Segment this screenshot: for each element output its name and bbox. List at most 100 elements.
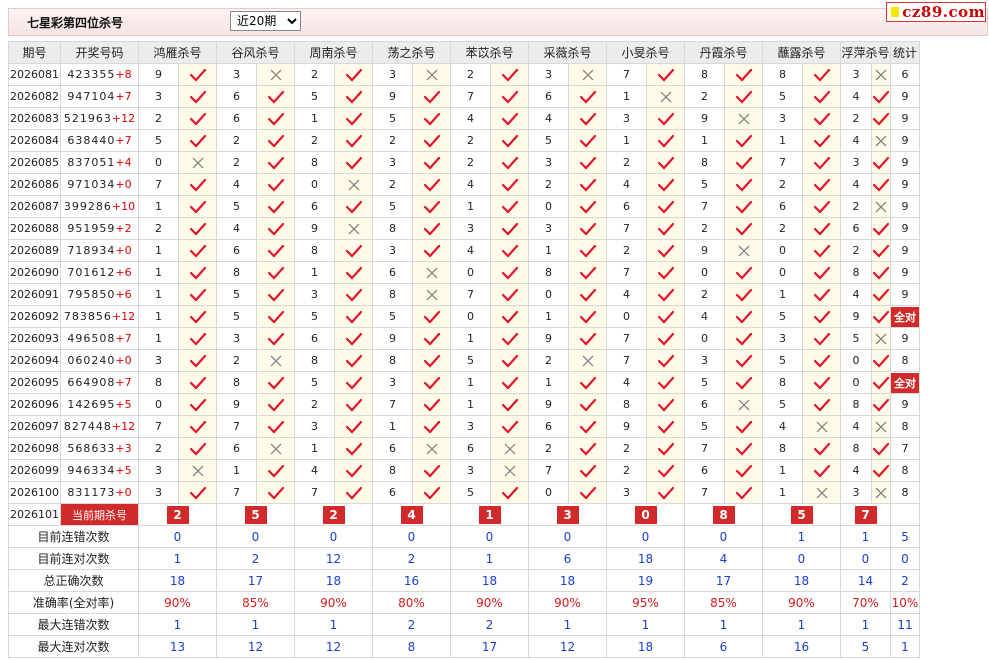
- site-logo[interactable]: cz89.com: [886, 2, 986, 22]
- kill-value: 9: [840, 305, 872, 328]
- kill-value: 5: [762, 349, 803, 372]
- kill-value: 2: [372, 129, 413, 152]
- kill-value: 3: [216, 327, 257, 350]
- kill-value: 4: [216, 173, 257, 196]
- kill-value: 8: [294, 349, 335, 372]
- kill-value: 2: [294, 63, 335, 86]
- current-stat-cell: [890, 503, 920, 526]
- period-cell: 2026095: [8, 371, 61, 394]
- check-icon: [724, 173, 763, 196]
- kill-value: 5: [450, 349, 491, 372]
- period-cell: 2026089: [8, 239, 61, 262]
- summary-value: 18: [606, 635, 685, 658]
- check-icon: [178, 195, 217, 218]
- kill-value: 9: [138, 63, 179, 86]
- kill-number-table: 期号 开奖号码 鸿雁杀号 谷风杀号 周南杀号 荡之杀号 苯苡杀号 采薇杀号 小旻杀号 丹霞杀号 蘸露…: [8, 41, 920, 658]
- summary-value: 90%: [138, 591, 217, 614]
- check-icon: [646, 283, 685, 306]
- table-row: 2026083 521963+12 2 6 1 5 4 4 3 9 3 2 9: [8, 107, 920, 130]
- check-icon: [256, 393, 295, 416]
- stat-cell: 9: [890, 261, 920, 284]
- kill-value: 6: [216, 107, 257, 130]
- kill-value: 8: [372, 217, 413, 240]
- check-icon: [334, 129, 373, 152]
- kill-value: 4: [450, 173, 491, 196]
- kill-value: 6: [294, 195, 335, 218]
- kill-value: 0: [528, 283, 569, 306]
- check-icon: [646, 437, 685, 460]
- stat-cell: 9: [890, 195, 920, 218]
- check-icon: [334, 305, 373, 328]
- check-icon: [646, 327, 685, 350]
- kill-value: 3: [840, 63, 872, 86]
- check-icon: [256, 371, 295, 394]
- kill-value: 3: [450, 217, 491, 240]
- summary-value: 1: [450, 547, 529, 570]
- check-icon: [871, 349, 891, 372]
- current-kill-number: 3: [528, 503, 607, 526]
- kill-value: 6: [606, 195, 647, 218]
- check-icon: [802, 459, 841, 482]
- check-icon: [412, 349, 451, 372]
- summary-value: 18: [294, 569, 373, 592]
- kill-value: 5: [372, 305, 413, 328]
- column-header: 期号: [8, 41, 61, 64]
- kill-value: 2: [528, 437, 569, 460]
- check-icon: [802, 349, 841, 372]
- cross-icon: [412, 283, 451, 306]
- kill-value: 1: [138, 283, 179, 306]
- table-row: 2026089 718934+0 1 6 8 3 4 1 2 9 0 2 9: [8, 239, 920, 262]
- period-select[interactable]: 近20期: [230, 11, 301, 31]
- kill-value: 2: [450, 151, 491, 174]
- summary-value: 2: [890, 569, 920, 592]
- summary-value: 2: [450, 613, 529, 636]
- period-cell: 2026081: [8, 63, 61, 86]
- summary-value: 0: [216, 525, 295, 548]
- stat-cell: 9: [890, 239, 920, 262]
- check-icon: [334, 437, 373, 460]
- summary-row: 最大连对次数 13 12 12 8 17 12 18 6 16 5 1: [8, 635, 920, 658]
- check-icon: [490, 327, 529, 350]
- summary-value: 17: [450, 635, 529, 658]
- summary-value: 0: [606, 525, 685, 548]
- kill-value: 9: [294, 217, 335, 240]
- kill-value: 0: [138, 393, 179, 416]
- kill-value: 0: [606, 305, 647, 328]
- summary-value: 1: [890, 635, 920, 658]
- check-icon: [490, 63, 529, 86]
- kill-value: 2: [606, 459, 647, 482]
- kill-value: 2: [684, 217, 725, 240]
- summary-value: 0: [890, 547, 920, 570]
- check-icon: [256, 261, 295, 284]
- cross-icon: [802, 415, 841, 438]
- summary-value: 90%: [294, 591, 373, 614]
- draw-digits: 718934: [67, 244, 116, 257]
- stat-cell: 全对: [890, 305, 920, 328]
- kill-value: 5: [762, 305, 803, 328]
- kill-value: 5: [450, 481, 491, 504]
- check-icon: [178, 349, 217, 372]
- kill-value: 0: [138, 151, 179, 174]
- check-icon: [568, 261, 607, 284]
- check-icon: [871, 85, 891, 108]
- cross-icon: [871, 63, 891, 86]
- check-icon: [802, 283, 841, 306]
- check-icon: [178, 239, 217, 262]
- kill-value: 3: [372, 151, 413, 174]
- cross-icon: [490, 459, 529, 482]
- table-row: 2026091 795850+6 1 5 3 8 7 0 4 2 1 4 9: [8, 283, 920, 306]
- kill-value: 7: [138, 173, 179, 196]
- current-kill-number: 0: [606, 503, 685, 526]
- summary-value: 95%: [606, 591, 685, 614]
- check-icon: [871, 239, 891, 262]
- kill-value: 7: [684, 195, 725, 218]
- kill-value: 1: [450, 195, 491, 218]
- draw-number-cell: 664908+7: [60, 371, 139, 394]
- check-icon: [334, 327, 373, 350]
- table-row: 2026081 423355+8 9 3 2 3 2 3 7 8 8 3 6: [8, 63, 920, 86]
- summary-value: 2: [372, 613, 451, 636]
- table-row: 2026082 947104+7 3 6 5 9 7 6 1 2 5 4 9: [8, 85, 920, 108]
- kill-value: 6: [684, 459, 725, 482]
- kill-value: 8: [840, 437, 872, 460]
- summary-value: 90%: [450, 591, 529, 614]
